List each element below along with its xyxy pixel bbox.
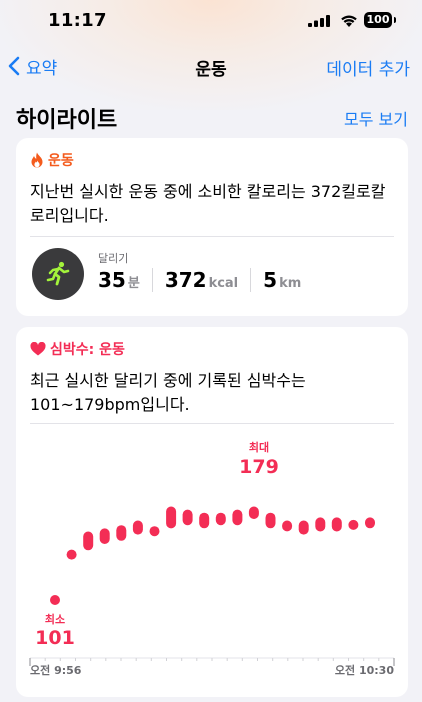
heart-rate-bar — [182, 509, 193, 526]
card-divider — [30, 236, 394, 237]
min-label: 최소 — [45, 612, 65, 626]
heart-rate-bar — [298, 520, 309, 535]
duration-metric: 35 분 — [98, 268, 140, 292]
card-category: 심박수: 운동 — [30, 339, 125, 359]
heart-rate-bar — [248, 506, 259, 519]
heart-rate-bar — [149, 526, 160, 537]
workout-detail-row: 달리기 35 분 372 kcal 5 km — [30, 246, 394, 302]
add-data-button[interactable]: 데이터 추가 — [326, 55, 410, 80]
navigation-bar: 요약 운동 데이터 추가 — [0, 44, 422, 88]
distance-value: 5 — [263, 268, 278, 292]
section-title: 하이라이트 — [16, 108, 118, 133]
heart-rate-bar — [199, 512, 210, 529]
card-divider — [30, 423, 394, 424]
max-label: 최대 — [249, 440, 269, 454]
heart-rate-bar — [331, 517, 342, 532]
highlights-header: 하이라이트 모두 보기 — [16, 100, 408, 133]
max-value: 179 — [239, 456, 279, 478]
heart-rate-bar — [132, 520, 143, 535]
battery-cap — [394, 17, 396, 23]
cellular-signal-icon — [308, 15, 330, 27]
calories-unit: kcal — [208, 276, 239, 291]
heart-rate-summary-text: 최근 실시한 달리기 중에 기록된 심박수는 101~179bpm입니다. — [30, 371, 306, 414]
heart-rate-bar — [83, 531, 94, 551]
card-category-label: 운동 — [48, 153, 74, 169]
calories-value: 372 — [164, 268, 207, 292]
heart-rate-bar — [50, 595, 60, 605]
flame-icon — [30, 152, 44, 168]
metric-separator — [151, 268, 153, 292]
heart-rate-bar — [282, 520, 293, 532]
heart-rate-bar — [116, 525, 127, 541]
wifi-icon — [341, 15, 357, 27]
distance-unit: km — [279, 276, 302, 291]
heart-rate-bar — [265, 512, 276, 529]
heart-rate-chart: 최대 179 최소 101 오전 9:56 오전 10:30 — [29, 440, 395, 677]
heart-rate-bar — [215, 512, 226, 526]
calories-metric: 372 kcal — [165, 268, 238, 292]
heart-rate-bar — [232, 509, 243, 526]
workout-metrics: 35 분 372 kcal 5 km — [98, 268, 301, 292]
x-label-end: 오전 10:30 — [335, 663, 394, 677]
heart-rate-bar — [99, 528, 110, 544]
heart-rate-bar — [66, 549, 77, 560]
status-time: 11:17 — [48, 10, 107, 31]
card-category-label: 심박수: 운동 — [50, 342, 125, 358]
heart-rate-bar — [315, 517, 326, 532]
battery-indicator: 100 — [364, 12, 392, 28]
distance-metric: 5 km — [263, 268, 301, 292]
heart-icon — [30, 342, 46, 356]
x-label-start: 오전 9:56 — [30, 663, 82, 677]
workout-highlight-card[interactable]: 운동 지난번 실시한 운동 중에 소비한 칼로리는 372킬로칼로리입니다. 달… — [16, 138, 408, 316]
status-bar: 11:17 100 — [0, 0, 422, 44]
heart-rate-bar — [348, 519, 359, 530]
duration-value: 35 — [98, 268, 126, 292]
card-category: 운동 — [30, 150, 74, 170]
workout-summary-text: 지난번 실시한 운동 중에 소비한 칼로리는 372킬로칼로리입니다. — [30, 182, 386, 225]
show-all-button[interactable]: 모두 보기 — [344, 106, 408, 130]
min-value: 101 — [35, 627, 75, 649]
heart-rate-bar — [166, 506, 177, 529]
metric-separator — [250, 268, 252, 292]
running-icon — [32, 248, 84, 300]
workout-type: 달리기 — [98, 252, 129, 265]
heart-rate-bars — [50, 506, 375, 605]
heart-rate-bar — [365, 517, 375, 529]
heart-rate-highlight-card[interactable]: 심박수: 운동 최근 실시한 달리기 중에 기록된 심박수는 101~179bp… — [16, 327, 408, 697]
duration-unit: 분 — [127, 276, 140, 291]
